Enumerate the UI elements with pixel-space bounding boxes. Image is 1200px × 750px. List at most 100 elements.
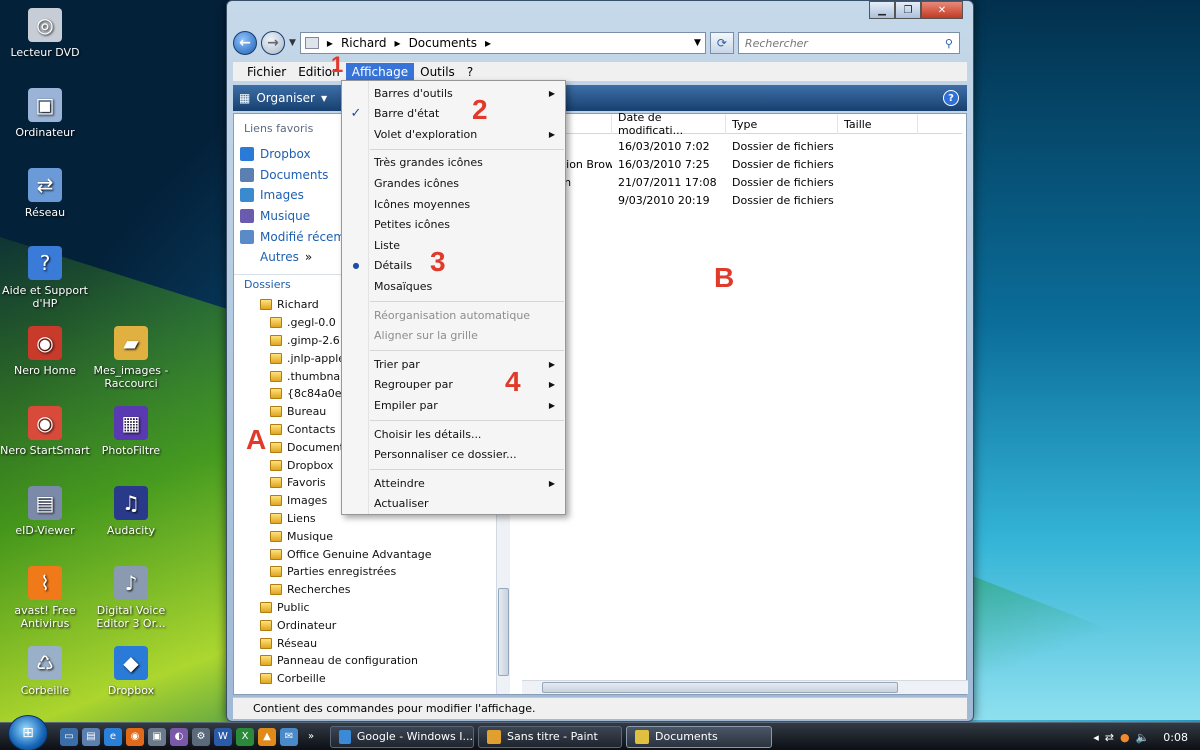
favorite-link[interactable]: Dropbox <box>240 144 357 165</box>
desktop-icon[interactable]: ▰ Mes_images - Raccourci <box>86 326 176 390</box>
chevron-down-icon[interactable]: ▼ <box>321 94 327 103</box>
word-icon[interactable]: W <box>214 727 232 746</box>
column-header-type[interactable]: Type <box>726 114 838 134</box>
menu-item[interactable]: Mosaïques <box>342 276 565 296</box>
breadcrumb-separator-icon[interactable]: ▸ <box>327 36 333 50</box>
help-button[interactable]: ? <box>943 90 959 106</box>
start-button[interactable]: ⊞ <box>8 714 48 750</box>
menu-item[interactable]: Barres d'outils ▶ <box>342 83 565 103</box>
refresh-button[interactable]: ⟳ <box>709 32 734 54</box>
address-dropdown-icon[interactable]: ▼ <box>694 38 705 48</box>
menu-item[interactable]: Trier par ▶ <box>342 354 565 374</box>
tree-item[interactable]: Ordinateur <box>234 616 500 634</box>
clock[interactable]: 0:08 <box>1163 731 1188 744</box>
breadcrumb-separator-icon[interactable]: ▸ <box>485 36 491 50</box>
desktop-icon[interactable]: ⌇ avast! Free Antivirus <box>0 566 90 630</box>
desktop-icon[interactable]: ◎ Lecteur DVD <box>0 8 90 59</box>
favorite-link[interactable]: Autres » <box>240 247 357 268</box>
tree-item[interactable]: Recherches <box>234 581 500 599</box>
printer-icon[interactable]: ▣ <box>148 727 166 746</box>
breadcrumb-item[interactable]: Richard <box>341 36 387 50</box>
menu-item[interactable]: Atteindre ▶ <box>342 473 565 493</box>
minimize-button[interactable]: ▁ <box>869 1 895 19</box>
forward-button[interactable]: → <box>261 31 285 55</box>
network-tray-icon[interactable]: ⇄ <box>1105 731 1114 744</box>
volume-icon[interactable]: 🔈 <box>1136 731 1150 744</box>
settings-icon[interactable]: ⚙ <box>192 727 210 746</box>
back-button[interactable]: ← <box>233 31 257 55</box>
scrollbar-thumb[interactable] <box>542 682 898 693</box>
desktop-icon[interactable]: ▣ Ordinateur <box>0 88 90 139</box>
desktop-icon[interactable]: ◉ Nero Home <box>0 326 90 377</box>
desktop-icon[interactable]: ◆ Dropbox <box>86 646 176 697</box>
desktop-icon[interactable]: ♺ Corbeille <box>0 646 90 697</box>
show-desktop-icon[interactable]: ▭ <box>60 727 78 746</box>
menu-item[interactable]: Liste <box>342 235 565 255</box>
taskbar-button[interactable]: Google - Windows I... <box>330 725 474 748</box>
favorite-link[interactable]: Musique <box>240 206 357 227</box>
menu-item[interactable]: Détails ● <box>342 256 565 276</box>
media-icon[interactable]: ◐ <box>170 727 188 746</box>
more-icon[interactable]: » <box>302 728 320 746</box>
tree-item[interactable]: Panneau de configuration <box>234 652 500 670</box>
tree-item[interactable]: Parties enregistrées <box>234 563 500 581</box>
menu-fichier[interactable]: Fichier <box>241 63 292 81</box>
more-chevron-icon[interactable]: » <box>305 250 312 264</box>
desktop-icon[interactable]: ▦ PhotoFiltre <box>86 406 176 457</box>
menu-affichage[interactable]: Affichage <box>345 62 415 81</box>
tree-item[interactable]: Musique <box>234 527 500 545</box>
menu-item[interactable]: Personnaliser ce dossier... <box>342 445 565 465</box>
recent-pages-arrow-icon[interactable]: ▼ <box>289 38 296 48</box>
menu-item[interactable]: Icônes moyennes <box>342 194 565 214</box>
column-header-date[interactable]: Date de modificati... <box>612 111 726 137</box>
close-button[interactable]: ✕ <box>921 1 963 19</box>
tree-item[interactable]: Corbeille <box>234 670 500 688</box>
file-row[interactable]: View16/03/2010 7:02Dossier de fichiers <box>522 137 962 155</box>
file-row[interactable]: ire Motion Browser16/03/2010 7:25Dossier… <box>522 155 962 173</box>
tree-item[interactable]: Office Genuine Advantage <box>234 545 500 563</box>
desktop-icon[interactable]: ◉ Nero StartSmart <box>0 406 90 457</box>
vlc-icon[interactable]: ▲ <box>258 727 276 746</box>
desktop-icon[interactable]: ♪ Digital Voice Editor 3 Or... <box>86 566 176 630</box>
menu-item[interactable]: Grandes icônes <box>342 173 565 193</box>
breadcrumb-separator-icon[interactable]: ▸ <box>395 36 401 50</box>
taskbar-button[interactable]: Sans titre - Paint <box>478 725 622 748</box>
switch-windows-icon[interactable]: ▤ <box>82 727 100 746</box>
favorite-link[interactable]: Modifié récemm <box>240 226 357 247</box>
taskbar-button[interactable]: Documents <box>626 725 772 748</box>
firefox-icon[interactable]: ◉ <box>126 727 144 746</box>
maximize-button[interactable]: ❐ <box>895 1 921 19</box>
tray-expand-icon[interactable]: ◂ <box>1093 731 1099 744</box>
menu-item[interactable]: Petites icônes <box>342 215 565 235</box>
explorer-window[interactable]: ▁ ❐ ✕ ← → ▼ ▸ Richard ▸ Documents ▸ ▼ ⟳ … <box>226 0 974 722</box>
menu-item[interactable]: Regrouper par ▶ <box>342 375 565 395</box>
breadcrumb-item[interactable]: Documents <box>409 36 477 50</box>
menu-item[interactable]: Choisir les détails... <box>342 424 565 444</box>
horizontal-scrollbar[interactable] <box>522 680 968 694</box>
address-bar[interactable]: ▸ Richard ▸ Documents ▸ ▼ <box>299 32 706 54</box>
organize-button[interactable]: Organiser <box>256 91 315 105</box>
mail-icon[interactable]: ✉ <box>280 727 298 746</box>
search-icon[interactable]: ⚲ <box>945 37 953 50</box>
column-header-size[interactable]: Taille <box>838 114 918 134</box>
desktop-icon[interactable]: ♫ Audacity <box>86 486 176 537</box>
tree-item[interactable]: Public <box>234 599 500 617</box>
favorite-link[interactable]: Documents <box>240 165 357 186</box>
menu-item[interactable]: Très grandes icônes <box>342 153 565 173</box>
desktop-icon[interactable]: ? Aide et Support d'HP <box>0 246 90 310</box>
desktop-icon[interactable]: ⇄ Réseau <box>0 168 90 219</box>
menu-item[interactable]: Volet d'exploration ▶ <box>342 124 565 144</box>
menu-item[interactable]: Barre d'état ✓ <box>342 104 565 124</box>
desktop-icon[interactable]: ▤ eID-Viewer <box>0 486 90 537</box>
internet-explorer-icon[interactable]: e <box>104 727 122 746</box>
menu-item[interactable]: Actualiser <box>342 494 565 514</box>
file-row[interactable]: zHotton21/07/2011 17:08Dossier de fichie… <box>522 173 962 191</box>
menu-help[interactable]: ? <box>461 63 479 81</box>
scrollbar-thumb[interactable] <box>498 588 509 676</box>
menu-item[interactable]: Empiler par ▶ <box>342 395 565 415</box>
excel-icon[interactable]: X <box>236 727 254 746</box>
menu-outils[interactable]: Outils <box>414 63 461 81</box>
favorite-link[interactable]: Images <box>240 185 357 206</box>
file-row[interactable]: e Files9/03/2010 20:19Dossier de fichier… <box>522 191 962 209</box>
search-input[interactable]: Rechercher ⚲ <box>737 32 960 54</box>
